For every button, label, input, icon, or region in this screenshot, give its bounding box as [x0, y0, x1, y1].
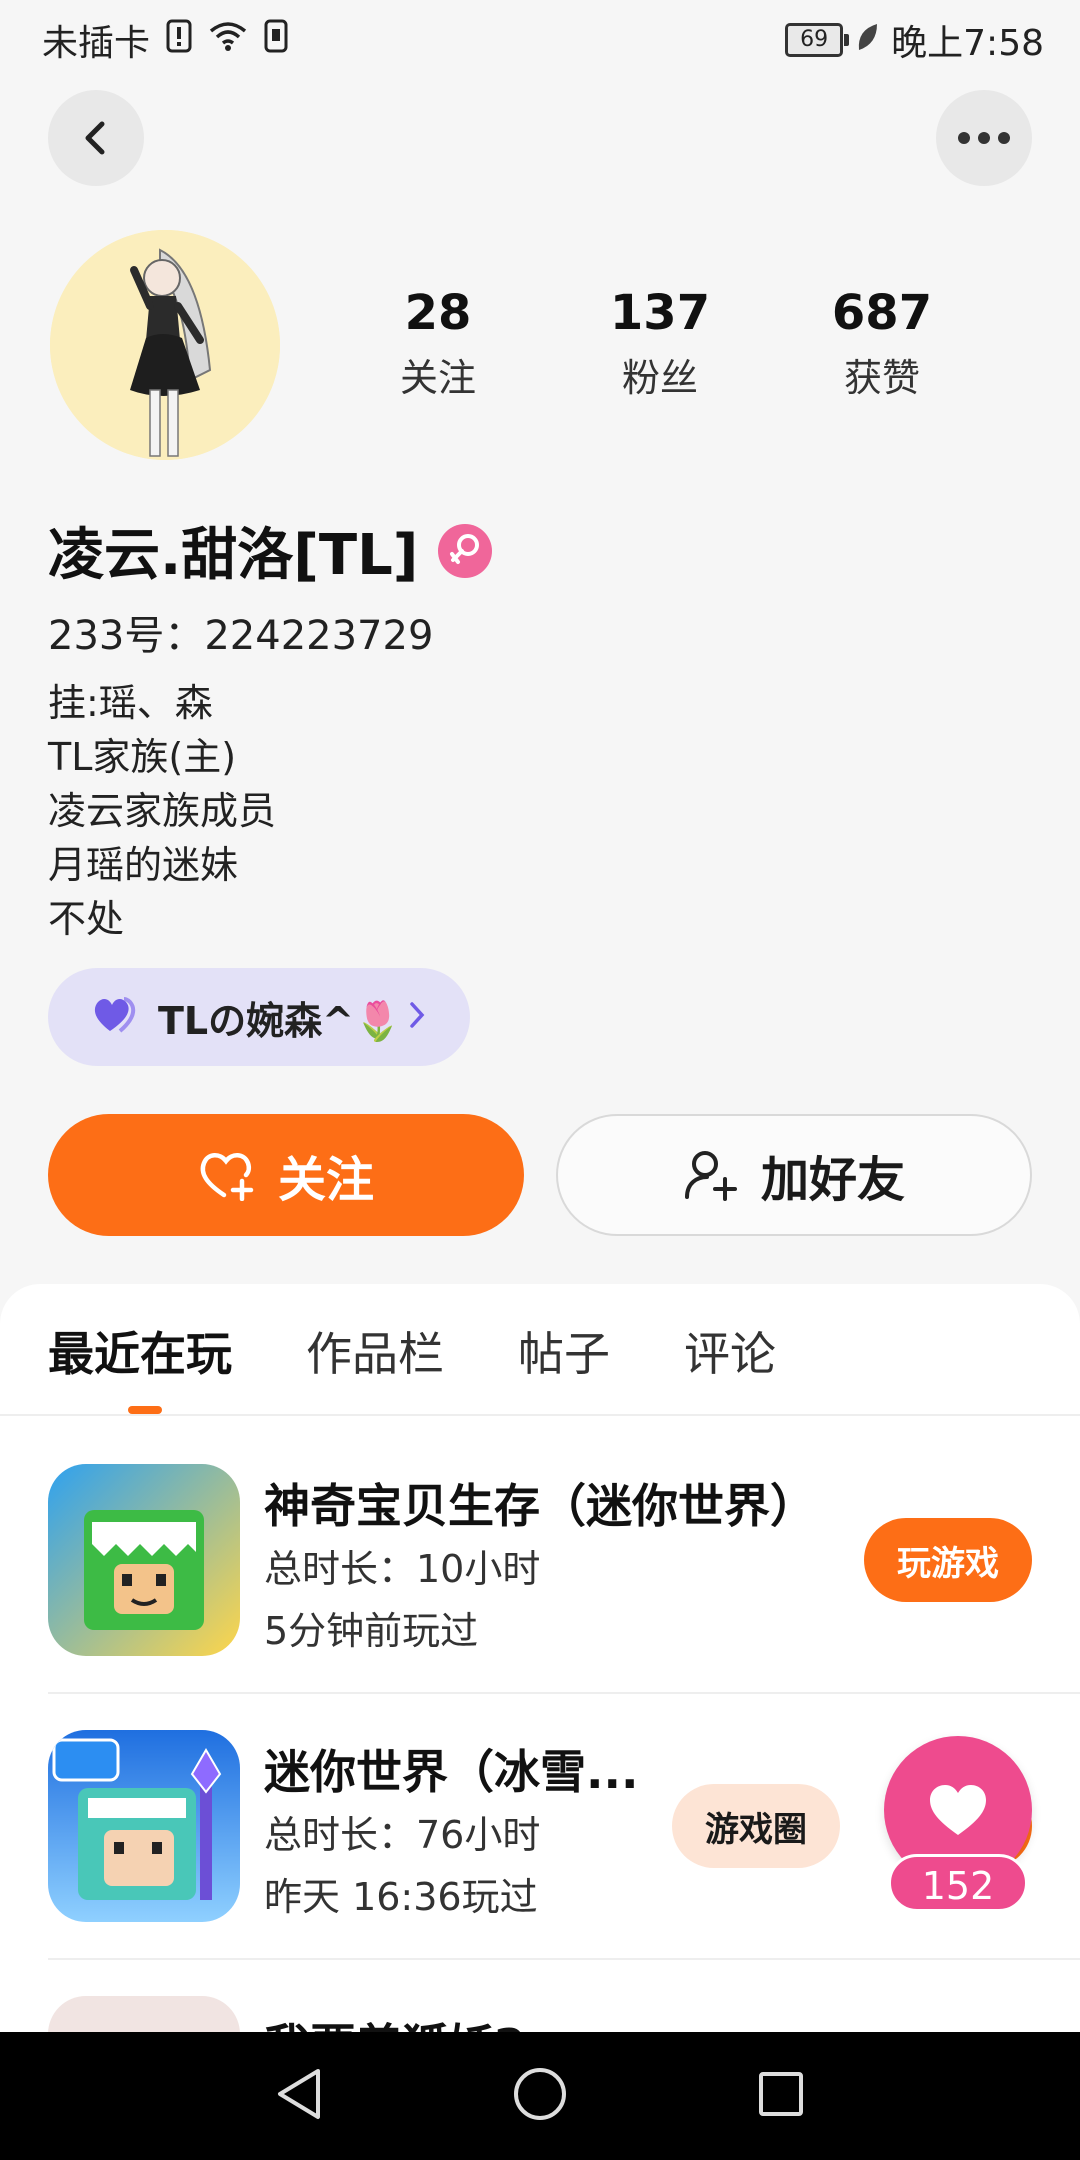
- add-friend-button[interactable]: 加好友: [556, 1114, 1032, 1236]
- active-tab-indicator: [128, 1406, 162, 1414]
- follow-button[interactable]: 关注: [48, 1114, 524, 1236]
- nav-back-icon[interactable]: [274, 2067, 324, 2125]
- divider: [0, 1414, 1080, 1416]
- leaf-icon: [855, 20, 879, 61]
- following-stat[interactable]: 28 关注: [348, 285, 528, 402]
- nav-recents-icon[interactable]: [756, 2069, 806, 2123]
- battery-indicator: 69: [785, 23, 850, 57]
- status-left: 未插卡: [42, 14, 288, 66]
- tab-recent-played[interactable]: 最近在玩: [48, 1318, 232, 1384]
- game-last-played: 5分钟前玩过: [264, 1609, 479, 1653]
- game-last-played: 昨天 16:36玩过: [264, 1875, 538, 1919]
- game-icon: [48, 1996, 240, 2032]
- status-bar: 未插卡 69 晚上7:58: [0, 0, 1080, 74]
- female-gender-icon: [438, 523, 493, 578]
- bio-line: 凌云家族成员: [48, 789, 277, 833]
- avatar[interactable]: [50, 230, 280, 460]
- likes-label: 获赞: [843, 356, 920, 400]
- sim-alert-icon: [166, 19, 192, 62]
- user-id: 233号：224223729: [48, 613, 434, 659]
- game-duration: 总时长：76小时: [264, 1813, 541, 1857]
- back-button[interactable]: [48, 90, 144, 186]
- heart-icon: [930, 1785, 986, 1835]
- like-count: 152: [888, 1854, 1028, 1912]
- purple-heart-icon: [90, 995, 140, 1039]
- divider: [48, 1692, 1080, 1694]
- tab-bar: 最近在玩 作品栏 帖子 评论: [48, 1318, 850, 1384]
- tab-comments[interactable]: 评论: [684, 1318, 776, 1384]
- fans-stat[interactable]: 137 粉丝: [570, 285, 750, 402]
- bio-line: TL家族(主): [48, 735, 237, 779]
- chevron-left-icon: [85, 121, 105, 155]
- following-count: 28: [404, 285, 472, 341]
- game-title: 迷你世界（冰雪...: [264, 1745, 639, 1799]
- fans-count: 137: [609, 285, 711, 341]
- add-user-icon: [684, 1151, 737, 1201]
- system-nav-bar: [0, 2032, 1080, 2160]
- game-circle-button[interactable]: 游戏圈: [672, 1784, 840, 1868]
- fans-label: 粉丝: [621, 356, 698, 400]
- profile-name-row: 凌云.甜洛[TL]: [48, 510, 493, 591]
- guild-name: TLの婉森^🌷: [158, 998, 402, 1043]
- following-label: 关注: [399, 356, 476, 400]
- play-game-button[interactable]: 玩游戏: [864, 1518, 1032, 1602]
- follow-label: 关注: [277, 1152, 374, 1208]
- more-dots-icon: [958, 132, 1010, 144]
- more-options-button[interactable]: [936, 90, 1032, 186]
- divider: [48, 1958, 1080, 1960]
- chevron-right-icon: [408, 1000, 426, 1034]
- game-icon: [48, 1464, 240, 1656]
- wifi-icon: [208, 20, 248, 61]
- bio-line: 挂:瑶、森: [48, 681, 213, 725]
- bio: 挂:瑶、森 TL家族(主) 凌云家族成员 月瑶的迷妹 不处: [48, 676, 276, 946]
- status-right: 69 晚上7:58: [785, 14, 1044, 66]
- profile-name: 凌云.甜洛[TL]: [48, 523, 419, 588]
- likes-count: 687: [831, 285, 933, 341]
- nav-home-icon[interactable]: [512, 2066, 568, 2126]
- tab-works[interactable]: 作品栏: [306, 1318, 444, 1384]
- game-title: 我要养狐妖2: [264, 2010, 526, 2032]
- tab-posts[interactable]: 帖子: [518, 1318, 610, 1384]
- bio-line: 不处: [48, 897, 125, 941]
- game-row[interactable]: 我要养狐妖2: [0, 1968, 1080, 2032]
- guild-badge[interactable]: TLの婉森^🌷: [48, 968, 470, 1066]
- game-icon: [48, 1730, 240, 1922]
- bio-line: 月瑶的迷妹: [48, 843, 239, 887]
- likes-stat[interactable]: 687 获赞: [792, 285, 972, 402]
- add-friend-label: 加好友: [760, 1152, 905, 1208]
- phone-icon: [264, 19, 288, 62]
- game-duration: 总时长：10小时: [264, 1547, 541, 1591]
- game-row[interactable]: 神奇宝贝生存（迷你世界） 总时长：10小时 5分钟前玩过 玩游戏: [0, 1436, 1080, 1702]
- heart-plus-icon: [200, 1153, 254, 1201]
- game-title: 神奇宝贝生存（迷你世界）: [264, 1479, 816, 1533]
- carrier-text: 未插卡: [42, 23, 151, 64]
- clock-text: 晚上7:58: [891, 23, 1044, 64]
